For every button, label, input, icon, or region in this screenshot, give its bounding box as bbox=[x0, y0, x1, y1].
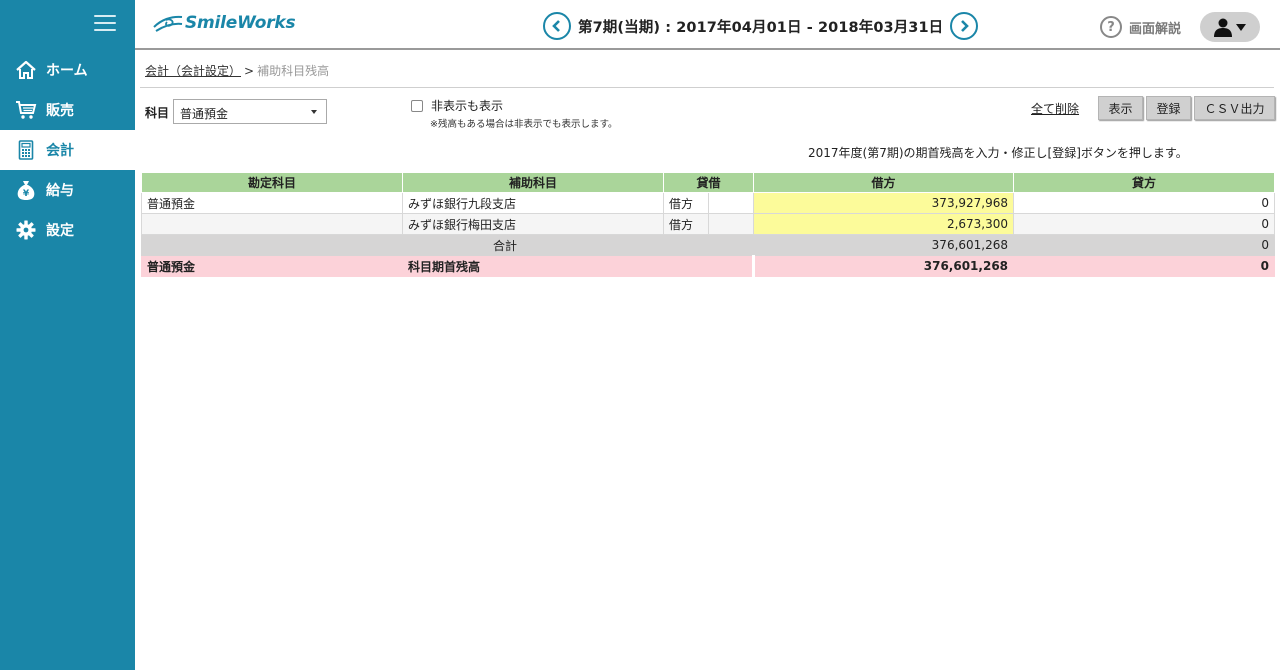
dropdown-caret-icon bbox=[311, 110, 317, 114]
home-icon bbox=[15, 59, 37, 81]
sidebar-item-label: 販売 bbox=[46, 103, 74, 119]
column-header-account: 勘定科目 bbox=[141, 172, 403, 193]
account-select[interactable]: 普通預金 bbox=[173, 99, 327, 124]
table-row: 普通預金 みずほ銀行九段支店 借方 373,927,968 0 bbox=[141, 192, 1276, 214]
sub-account-balance-table: 勘定科目 補助科目 貸借 借方 貸方 普通預金 みずほ銀行九段支店 借方 373… bbox=[140, 172, 1276, 277]
total-credit: 0 bbox=[1013, 234, 1276, 256]
previous-period-button[interactable] bbox=[543, 12, 571, 40]
breadcrumb-parent-link[interactable]: 会計（会計設定） bbox=[145, 64, 241, 78]
top-header: SmileWorks 第7期(当期) : 2017年04月01日 - 2018年… bbox=[135, 0, 1280, 50]
calculator-icon bbox=[15, 139, 37, 161]
show-hidden-note: ※残高もある場合は非表示でも表示します。 bbox=[430, 119, 618, 130]
account-select-value: 普通預金 bbox=[180, 107, 229, 121]
caret-down-icon bbox=[1236, 24, 1246, 31]
table-row: みずほ銀行梅田支店 借方 2,673,300 0 bbox=[141, 213, 1276, 235]
sub-account-cell: みずほ銀行九段支店 bbox=[402, 192, 664, 214]
hamburger-menu-icon[interactable] bbox=[94, 15, 116, 33]
show-hidden-checkbox[interactable] bbox=[411, 100, 423, 112]
delete-all-link[interactable]: 全て削除 bbox=[1031, 100, 1079, 117]
sidebar-item-accounting[interactable]: 会計 bbox=[0, 130, 135, 170]
sub-account-cell: みずほ銀行梅田支店 bbox=[402, 213, 664, 235]
svg-text:¥: ¥ bbox=[23, 189, 30, 199]
breadcrumb-divider bbox=[140, 87, 1274, 88]
smileworks-logo[interactable]: SmileWorks bbox=[153, 12, 296, 34]
sidebar-item-label: 給与 bbox=[46, 183, 74, 199]
period-text: 第7期(当期) : 2017年04月01日 - 2018年03月31日 bbox=[578, 19, 944, 36]
fiscal-period-selector: 第7期(当期) : 2017年04月01日 - 2018年03月31日 bbox=[543, 12, 979, 40]
help-button[interactable]: ? 画面解説 bbox=[1100, 16, 1181, 38]
sidebar-item-settings[interactable]: 設定 bbox=[0, 210, 135, 250]
brand-name: SmileWorks bbox=[185, 13, 296, 33]
user-menu-button[interactable] bbox=[1200, 12, 1260, 42]
column-header-side: 貸借 bbox=[662, 172, 755, 193]
chevron-right-icon bbox=[961, 20, 970, 32]
side-blank-cell bbox=[707, 192, 755, 214]
opening-credit: 0 bbox=[1013, 255, 1276, 277]
credit-input[interactable]: 0 bbox=[1013, 213, 1276, 235]
show-hidden-option: 非表示も表示 bbox=[411, 97, 503, 114]
show-button[interactable]: 表示 bbox=[1098, 96, 1143, 120]
side-blank-cell bbox=[707, 213, 755, 235]
table-header-row: 勘定科目 補助科目 貸借 借方 貸方 bbox=[141, 172, 1276, 193]
show-hidden-label: 非表示も表示 bbox=[431, 99, 504, 113]
sidebar-item-home[interactable]: ホーム bbox=[0, 50, 135, 90]
debit-input[interactable]: 373,927,968 bbox=[753, 192, 1015, 214]
column-header-sub-account: 補助科目 bbox=[402, 172, 664, 193]
help-label: 画面解説 bbox=[1129, 21, 1182, 37]
debit-input[interactable]: 2,673,300 bbox=[753, 213, 1015, 235]
sidebar-item-sales[interactable]: 販売 bbox=[0, 90, 135, 130]
question-icon: ? bbox=[1100, 16, 1122, 38]
column-header-debit: 借方 bbox=[753, 172, 1015, 193]
opening-label: 科目期首残高 bbox=[401, 255, 756, 277]
column-header-credit: 貸方 bbox=[1013, 172, 1276, 193]
side-cell: 借方 bbox=[663, 192, 709, 214]
side-cell: 借方 bbox=[663, 213, 709, 235]
smileworks-logo-icon bbox=[153, 15, 183, 32]
opening-account: 普通預金 bbox=[141, 255, 403, 277]
total-debit: 376,601,268 bbox=[753, 234, 1015, 256]
gear-icon bbox=[15, 219, 37, 241]
opening-debit: 376,601,268 bbox=[753, 255, 1015, 277]
csv-export-button[interactable]: ＣＳＶ出力 bbox=[1194, 96, 1275, 120]
breadcrumb-current: 補助科目残高 bbox=[257, 64, 330, 78]
total-row: 合計 376,601,268 0 bbox=[140, 234, 1276, 256]
instruction-text: 2017年度(第7期)の期首残高を入力・修正し[登録]ボタンを押します。 bbox=[808, 146, 1188, 160]
next-period-button[interactable] bbox=[950, 12, 979, 40]
sidebar-item-label: 会計 bbox=[46, 143, 74, 159]
total-label: 合計 bbox=[140, 234, 755, 256]
sidebar-item-payroll[interactable]: ¥ 給与 bbox=[0, 170, 135, 210]
opening-balance-row: 普通預金 科目期首残高 376,601,268 0 bbox=[141, 255, 1276, 277]
account-cell: 普通預金 bbox=[141, 192, 403, 214]
credit-input[interactable]: 0 bbox=[1013, 192, 1276, 214]
sidebar-nav: ホーム 販売 会計 ¥ 給与 設定 bbox=[0, 50, 135, 250]
sidebar-item-label: ホーム bbox=[46, 63, 88, 79]
breadcrumb-separator: > bbox=[244, 64, 255, 78]
sidebar-item-label: 設定 bbox=[46, 223, 74, 239]
account-label: 科目 bbox=[145, 106, 170, 120]
money-bag-icon: ¥ bbox=[15, 179, 37, 201]
user-icon bbox=[1214, 18, 1232, 37]
sidebar: ホーム 販売 会計 ¥ 給与 設定 bbox=[0, 0, 135, 670]
cart-icon bbox=[15, 99, 37, 121]
breadcrumb: 会計（会計設定） > 補助科目残高 bbox=[145, 62, 329, 79]
chevron-left-icon bbox=[552, 20, 560, 32]
account-cell bbox=[141, 213, 403, 235]
register-button[interactable]: 登録 bbox=[1146, 96, 1191, 120]
